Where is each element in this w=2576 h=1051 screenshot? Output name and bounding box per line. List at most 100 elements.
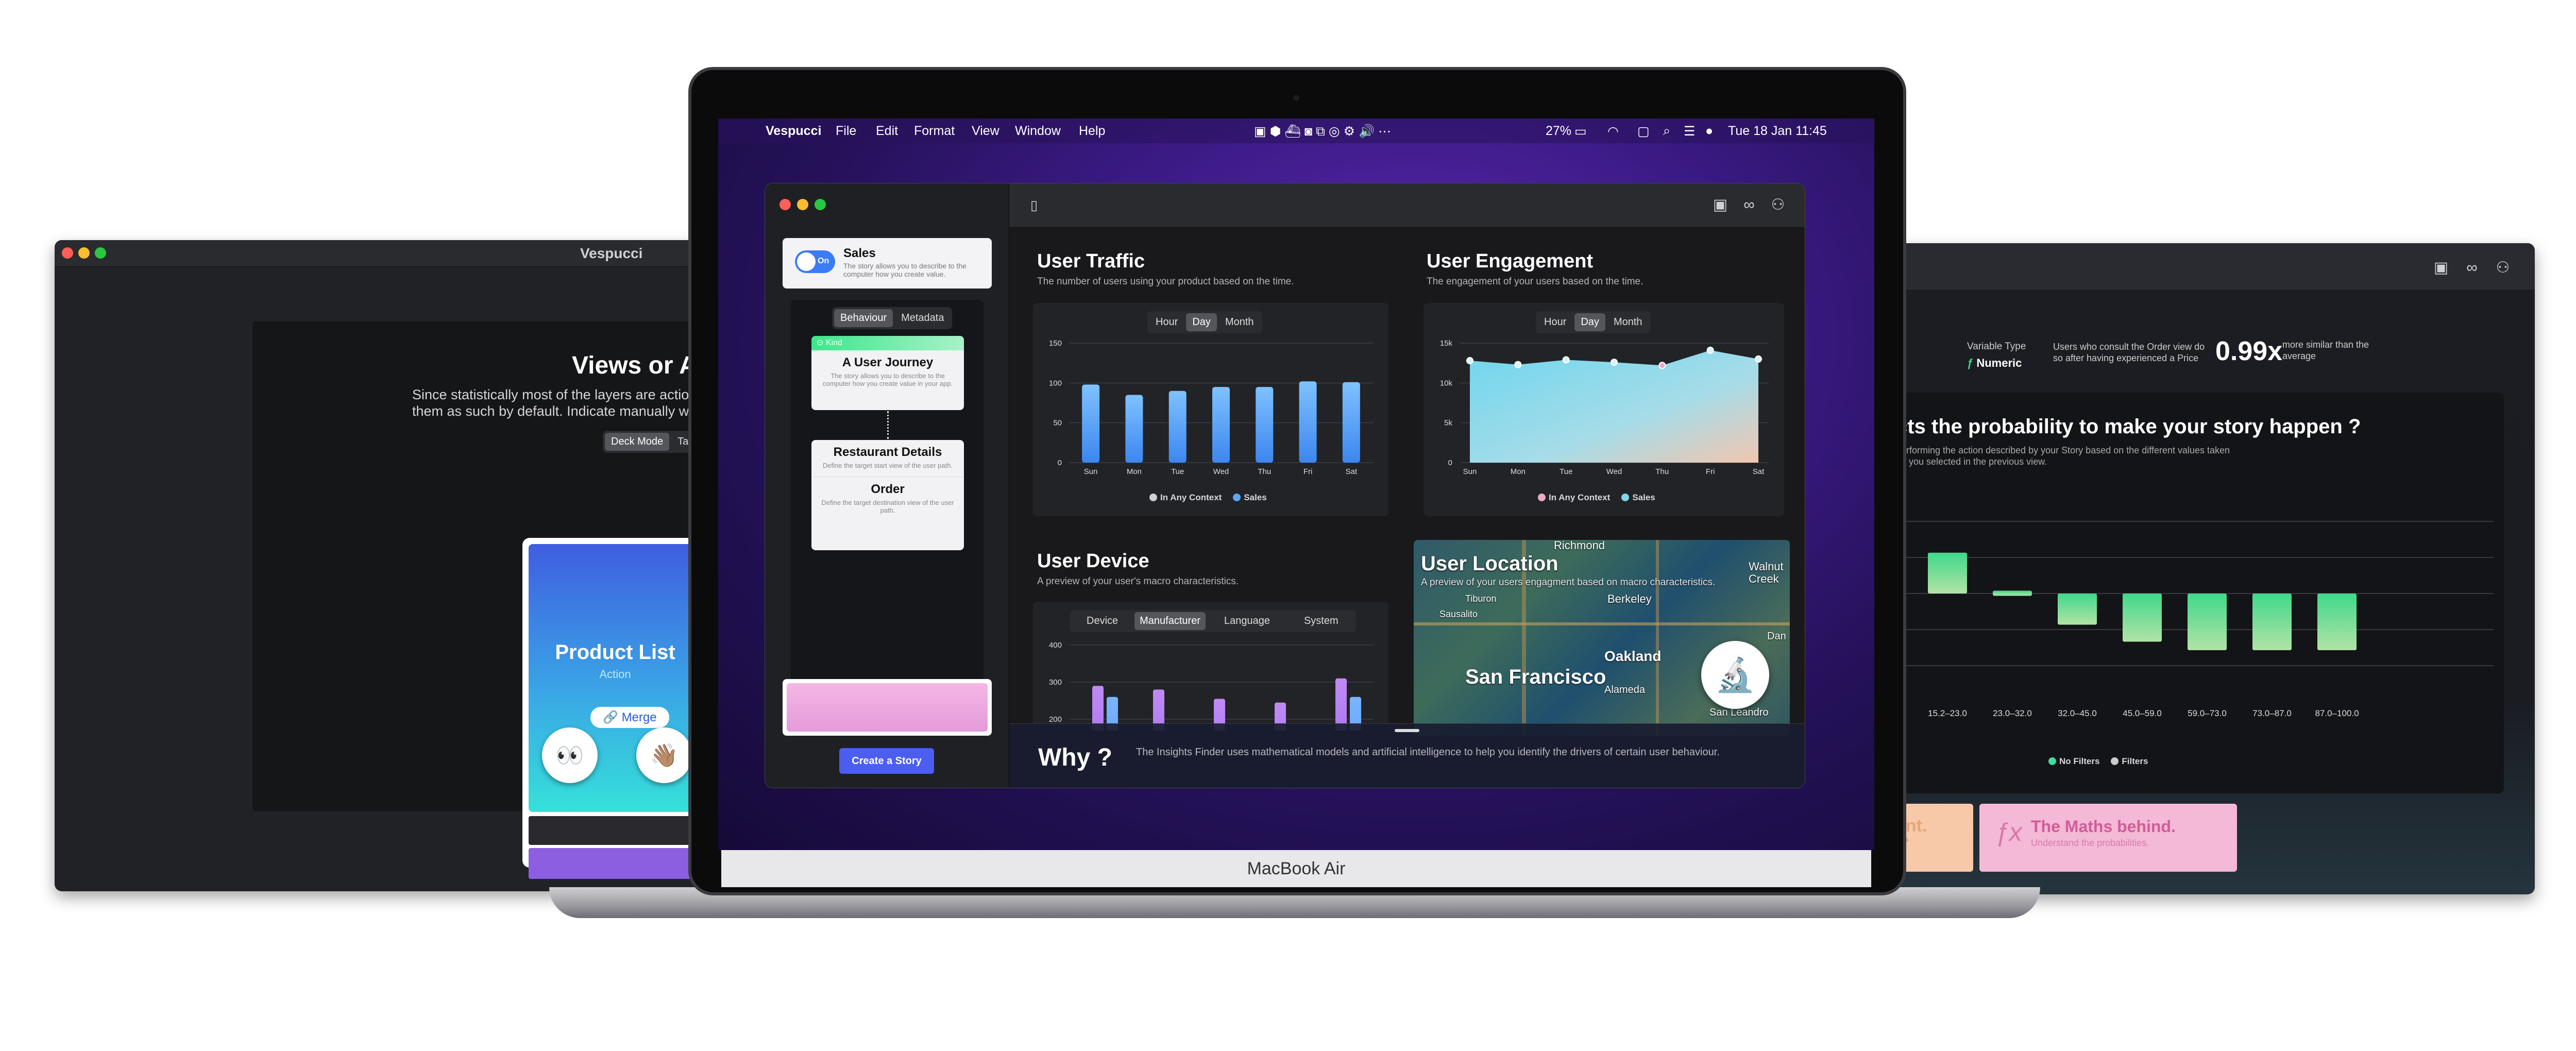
bar: [1342, 382, 1360, 463]
x-tick-label: 45.0–59.0: [2123, 708, 2162, 717]
close-button[interactable]: [62, 247, 73, 259]
location-title: User Location: [1421, 552, 1558, 575]
tab-behaviour[interactable]: Behaviour: [834, 309, 893, 327]
display-icon[interactable]: ▢: [1637, 124, 1650, 139]
x-tick-label: Wed: [1213, 467, 1229, 476]
map-label: Walnut Creek: [1749, 560, 1784, 585]
wave-emoji-button[interactable]: 👋🏽: [636, 727, 692, 783]
period-day[interactable]: Day: [1574, 313, 1605, 331]
tab-metadata[interactable]: Metadata: [895, 309, 950, 327]
engagement-subtitle: The engagement of your users based on th…: [1427, 276, 1643, 287]
next-card-preview: [529, 848, 702, 879]
search-icon[interactable]: ⌕: [1663, 124, 1670, 139]
x-tick-label: Fri: [1706, 467, 1715, 476]
x-tick-label: Sat: [1753, 467, 1765, 476]
story-card-preview[interactable]: [783, 679, 992, 736]
x-tick-label: 15.2–23.0: [1928, 708, 1967, 717]
factor-note: more similar than the average: [2282, 340, 2369, 361]
clock[interactable]: Tue 18 Jan 11:45: [1728, 124, 1827, 139]
minimize-button[interactable]: [797, 199, 808, 210]
control-center-icon[interactable]: ☰: [1684, 124, 1695, 139]
y-tick-label: 15k: [1440, 339, 1453, 348]
create-story-button[interactable]: Create a Story: [839, 748, 934, 774]
close-button[interactable]: [779, 199, 791, 210]
menu-view[interactable]: View: [972, 124, 999, 139]
step-desc: Define the target destination view of th…: [821, 499, 954, 514]
product-list-card[interactable]: Product List Action 🔗 Merge: [522, 538, 704, 879]
eyes-emoji-button[interactable]: 👀: [542, 727, 598, 783]
briefcase-icon[interactable]: ▣: [1711, 196, 1730, 214]
briefcase-icon[interactable]: ▣: [2432, 259, 2450, 277]
minimize-button[interactable]: [78, 247, 90, 259]
person-icon[interactable]: ⚇: [1769, 196, 1787, 214]
legend-item: Sales: [1621, 493, 1655, 503]
tab-system[interactable]: System: [1289, 612, 1354, 630]
period-month[interactable]: Month: [1607, 313, 1649, 331]
menu-file[interactable]: File: [836, 124, 856, 139]
bar: [2123, 594, 2162, 642]
maths-behind-card[interactable]: ƒx The Maths behind. Understand the prob…: [1979, 804, 2237, 872]
sidebar-toggle-icon[interactable]: ▯: [1025, 196, 1043, 214]
x-tick-label: 87.0–100.0: [2315, 708, 2359, 717]
step-title: Restaurant Details: [833, 445, 942, 459]
y-tick-label: 100: [1049, 379, 1062, 387]
person-icon[interactable]: ⚇: [2494, 259, 2512, 277]
engagement-title: User Engagement: [1427, 250, 1594, 272]
data-point: [1466, 357, 1473, 365]
merge-button[interactable]: 🔗 Merge: [590, 707, 669, 728]
step-desc: Define the target start view of the user…: [822, 462, 953, 469]
battery-icon[interactable]: ▭: [1574, 124, 1587, 139]
deck-mode-tab[interactable]: Deck Mode: [605, 433, 670, 451]
menu-app-name[interactable]: Vespucci: [766, 124, 821, 139]
traffic-legend: In Any Context Sales: [1149, 493, 1267, 503]
tab-device[interactable]: Device: [1072, 612, 1132, 630]
variable-type-label: Variable Type: [1967, 341, 2026, 352]
views-or-actions-card: Views or Actions Since statistically mos…: [252, 321, 704, 879]
user-location-map[interactable]: User Location A preview of your users en…: [1414, 540, 1790, 736]
story-toggle[interactable]: On: [795, 250, 835, 273]
zoom-button[interactable]: [95, 247, 106, 259]
binoculars-icon[interactable]: ∞: [1740, 196, 1758, 214]
views-actions-heading: Views or Actions: [572, 352, 704, 379]
probability-sub-1: performing the action described by your …: [1896, 445, 2230, 455]
bar: [1299, 381, 1317, 463]
legend-label: No Filters: [2059, 756, 2100, 766]
y-tick-label: 0: [1058, 459, 1062, 467]
menu-format[interactable]: Format: [914, 124, 955, 139]
microscope-icon[interactable]: 🔬: [1701, 641, 1769, 709]
legend-item: No Filters: [2048, 756, 2099, 767]
tab-language[interactable]: Language: [1208, 612, 1286, 630]
sidebar: On Sales The story allows you to describ…: [765, 183, 1009, 788]
step-title: A User Journey: [842, 355, 934, 369]
wifi-icon[interactable]: ◠: [1607, 124, 1619, 139]
x-tick-label: 23.0–32.0: [1993, 708, 2032, 717]
laptop-label: MacBook Air: [721, 850, 1871, 887]
why-drawer[interactable]: Why ? The Insights Finder uses mathemati…: [1009, 723, 1805, 788]
step-card-journey[interactable]: ⊙ Kind A User Journey The story allows y…: [811, 336, 964, 410]
tab-manufacturer[interactable]: Manufacturer: [1134, 612, 1206, 630]
drawer-grip[interactable]: [1395, 729, 1419, 732]
y-tick-label: 150: [1049, 339, 1062, 348]
menu-help[interactable]: Help: [1079, 124, 1105, 139]
period-hour[interactable]: Hour: [1538, 313, 1572, 331]
period-hour[interactable]: Hour: [1149, 313, 1184, 331]
period-month[interactable]: Month: [1219, 313, 1260, 331]
story-card-sales[interactable]: On Sales The story allows you to describ…: [783, 238, 992, 289]
insight-card-1[interactable]: ent. y ?: [1896, 804, 1973, 872]
period-day[interactable]: Day: [1186, 313, 1217, 331]
x-tick-label: Thu: [1258, 467, 1271, 476]
y-tick-label: 400: [1049, 641, 1062, 650]
laptop-screen: Vespucci File Edit Format View Window He…: [718, 118, 1874, 850]
x-tick-label: Sat: [1346, 467, 1358, 476]
area-fill: [1470, 350, 1758, 463]
menu-edit[interactable]: Edit: [876, 124, 898, 139]
zoom-button[interactable]: [815, 199, 826, 210]
kind-strip: ⊙ Kind: [811, 336, 964, 350]
x-tick-label: Sun: [1084, 467, 1098, 476]
map-label: Oakland: [1604, 648, 1662, 664]
binoculars-icon[interactable]: ∞: [2463, 259, 2481, 277]
step-card-restaurant[interactable]: Restaurant Details Define the target sta…: [811, 440, 964, 550]
status-icons[interactable]: ▣ ⬢ ⛴ ◙ ⧉ ◎ ⚙ 🔊 ⋯: [1254, 124, 1391, 139]
menu-window[interactable]: Window: [1015, 124, 1061, 139]
siri-icon[interactable]: ●: [1705, 124, 1713, 139]
